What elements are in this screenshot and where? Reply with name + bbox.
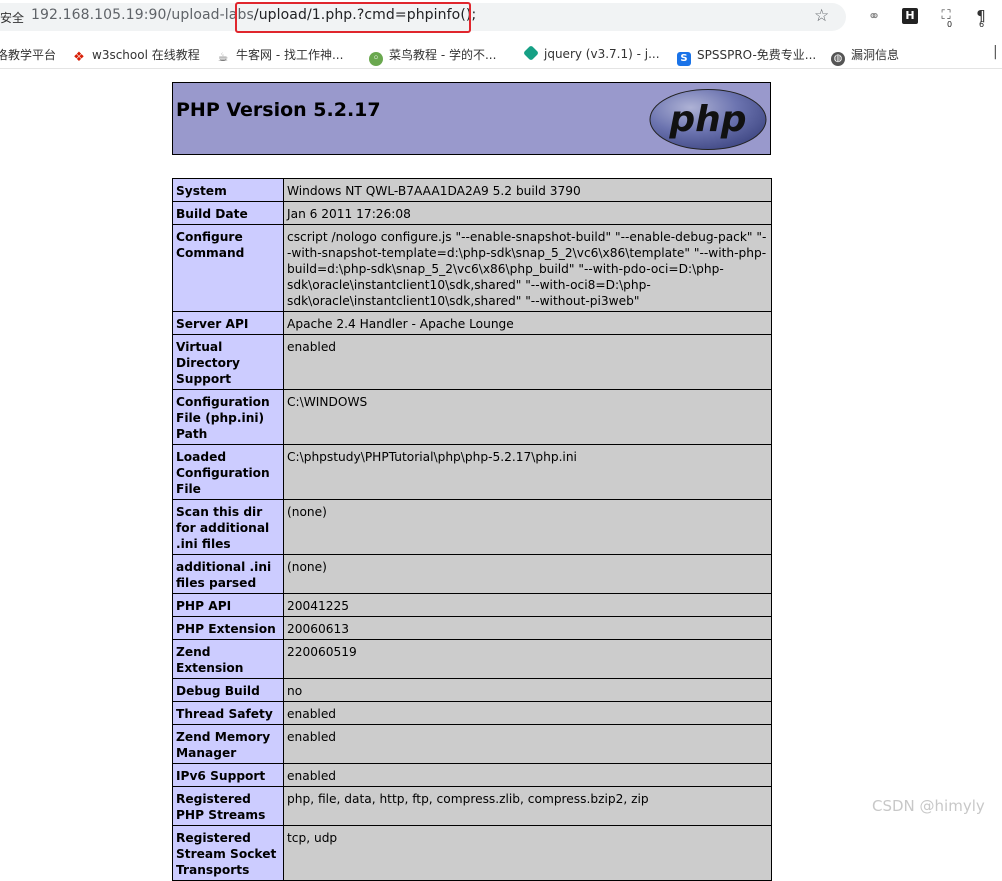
table-row: IPv6 Support enabled [172, 763, 772, 787]
jquery-icon [523, 45, 539, 61]
csdn-watermark: CSDN @himyly [872, 797, 985, 815]
row-label: Virtual Directory Support [172, 334, 284, 390]
nowcoder-icon: ☕ [217, 50, 229, 64]
row-value: no [283, 678, 772, 702]
bookmarks-bar: 洛教学平台 ❖ w3school 在线教程 ☕ 牛客网 - 找工作神... ◦ 菜鸟教… [0, 38, 1002, 69]
bookmark-item[interactable]: ☕ 牛客网 - 找工作神... [216, 46, 344, 64]
runoob-icon: ◦ [369, 52, 383, 66]
url-highlight-box [235, 2, 471, 33]
bookmarks-more-icon[interactable]: | [993, 44, 998, 60]
row-label: Debug Build [172, 678, 284, 702]
bookmark-label: jquery (v3.7.1) - j... [544, 47, 660, 61]
row-value: Apache 2.4 Handler - Apache Lounge [283, 311, 772, 335]
row-value: enabled [283, 724, 772, 764]
browser-toolbar: 安全 192.168.105.19:90/upload-labs/upload/… [0, 0, 1002, 34]
row-label: System [172, 178, 284, 202]
row-value: enabled [283, 763, 772, 787]
row-value: (none) [283, 499, 772, 555]
row-value: 20041225 [283, 593, 772, 617]
row-value: Jan 6 2011 17:26:08 [283, 201, 772, 225]
globe-icon: ◍ [831, 52, 845, 66]
row-label: Build Date [172, 201, 284, 225]
table-row: Zend Extension 220060519 [172, 639, 772, 679]
bookmark-label: SPSSPRO-免费专业... [697, 48, 817, 62]
row-value: (none) [283, 554, 772, 594]
extension-badge: 6 [979, 20, 985, 29]
row-label: IPv6 Support [172, 763, 284, 787]
row-value: C:\phpstudy\PHPTutorial\php\php-5.2.17\p… [283, 444, 772, 500]
bookmark-item[interactable]: S SPSSPRO-免费专业... [677, 46, 816, 66]
table-row: PHP Extension 20060613 [172, 616, 772, 640]
table-row: Thread Safety enabled [172, 701, 772, 725]
table-row: additional .ini files parsed (none) [172, 554, 772, 594]
table-row: Virtual Directory Support enabled [172, 334, 772, 390]
extension-badge: 0 [947, 20, 953, 29]
row-value: Windows NT QWL-B7AAA1DA2A9 5.2 build 379… [283, 178, 772, 202]
row-label: Zend Extension [172, 639, 284, 679]
table-row: Server API Apache 2.4 Handler - Apache Lo… [172, 311, 772, 335]
bookmark-item[interactable]: ◍ 漏洞信息 [831, 46, 899, 66]
bookmark-label: 菜鸟教程 - 学的不... [389, 48, 497, 62]
row-value: cscript /nologo configure.js "--enable-s… [283, 224, 772, 312]
row-label: Registered Stream Socket Transports [172, 825, 284, 881]
pilcrow-extension-icon[interactable]: ¶ 6 [973, 8, 989, 29]
spsspro-icon: S [677, 52, 691, 66]
screenshot-extension-icon[interactable]: ⛶ 0 [938, 8, 954, 29]
bookmark-item[interactable]: 洛教学平台 [0, 46, 56, 63]
w3school-icon: ❖ [73, 50, 85, 65]
bookmark-item[interactable]: ◦ 菜鸟教程 - 学的不... [369, 46, 496, 66]
row-label: Zend Memory Manager [172, 724, 284, 764]
row-value: enabled [283, 334, 772, 390]
extension-icon[interactable]: ⚭ [866, 8, 882, 24]
bookmark-label: 漏洞信息 [851, 48, 900, 62]
hackbar-icon[interactable]: H [902, 8, 918, 24]
php-info-table: System Windows NT QWL-B7AAA1DA2A9 5.2 bui… [172, 178, 772, 881]
security-label[interactable]: 安全 [0, 9, 24, 26]
row-label: Loaded Configuration File [172, 444, 284, 500]
table-row: Configure Command cscript /nologo configu… [172, 224, 772, 312]
row-value: 20060613 [283, 616, 772, 640]
row-label: Thread Safety [172, 701, 284, 725]
row-value: 220060519 [283, 639, 772, 679]
table-row: Configuration File (php.ini) Path C:\WIND… [172, 389, 772, 445]
php-header: PHP Version 5.2.17 php [172, 82, 771, 155]
row-value: tcp, udp [283, 825, 772, 881]
url-base: 192.168.105.19:90/upload-labs [31, 7, 254, 23]
bookmark-label: 洛教学平台 [0, 48, 57, 62]
row-label: PHP Extension [172, 616, 284, 640]
row-label: Server API [172, 311, 284, 335]
bookmark-label: w3school 在线教程 [92, 48, 200, 62]
table-row: Build Date Jan 6 2011 17:26:08 [172, 201, 772, 225]
table-row: Registered Stream Socket Transports tcp, … [172, 825, 772, 881]
bookmark-label: 牛客网 - 找工作神... [236, 48, 344, 62]
table-row: Scan this dir for additional .ini files(… [172, 499, 772, 555]
row-label: Configure Command [172, 224, 284, 312]
table-row: Debug Build no [172, 678, 772, 702]
php-logo-text: php [668, 99, 746, 140]
table-row: System Windows NT QWL-B7AAA1DA2A9 5.2 bui… [172, 178, 772, 202]
row-value: enabled [283, 701, 772, 725]
table-row: PHP API 20041225 [172, 593, 772, 617]
bookmark-item[interactable]: ❖ w3school 在线教程 [72, 46, 200, 65]
table-row: Zend Memory Manager enabled [172, 724, 772, 764]
table-row: Registered PHP Streams php, file, data, h… [172, 786, 772, 826]
row-label: Registered PHP Streams [172, 786, 284, 826]
row-label: additional .ini files parsed [172, 554, 284, 594]
row-label: Configuration File (php.ini) Path [172, 389, 284, 445]
php-logo-icon[interactable]: php [648, 88, 768, 151]
page-title: PHP Version 5.2.17 [176, 99, 381, 121]
bookmark-star-icon[interactable]: ☆ [814, 6, 829, 26]
row-value: php, file, data, http, ftp, compress.zli… [283, 786, 772, 826]
table-row: Loaded Configuration File C:\phpstudy\PHP… [172, 444, 772, 500]
bookmark-item[interactable]: jquery (v3.7.1) - j... [523, 45, 660, 61]
row-value: C:\WINDOWS [283, 389, 772, 445]
row-label: Scan this dir for additional .ini files [172, 499, 284, 555]
row-label: PHP API [172, 593, 284, 617]
